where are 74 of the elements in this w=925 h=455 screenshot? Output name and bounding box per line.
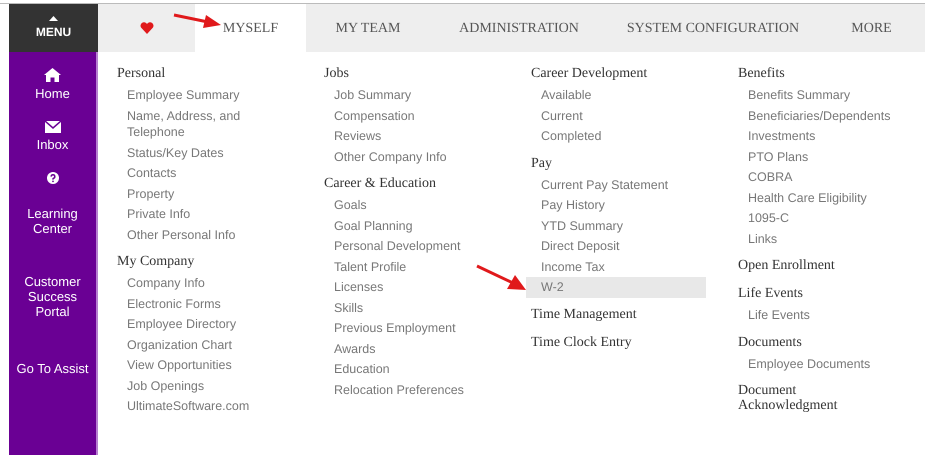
section-heading[interactable]: Open Enrollment (738, 258, 878, 277)
menu-link[interactable]: Goal Planning (319, 216, 499, 236)
menu-link[interactable]: Current (526, 106, 706, 126)
menu-link[interactable]: UltimateSoftware.com (112, 396, 292, 416)
section-heading[interactable]: Jobs (324, 66, 464, 85)
sidebar-link[interactable]: Go To Assist (12, 361, 92, 376)
menu-link[interactable]: Other Company Info (319, 146, 499, 167)
menu-button[interactable]: MENU (9, 4, 98, 52)
sidebar-link[interactable]: Inbox (32, 121, 72, 152)
section-heading[interactable]: Career Development (531, 66, 671, 85)
section-heading[interactable]: Life Events (738, 286, 878, 305)
sidebar-link[interactable]: Customer Success Portal (18, 274, 88, 319)
section-heading[interactable]: Time Clock Entry (531, 334, 671, 354)
menu-link[interactable]: Job Openings (112, 376, 292, 396)
menu-link[interactable]: Job Summary (319, 85, 499, 106)
section-heading[interactable]: Document Acknowledgment (738, 383, 878, 417)
menu-link[interactable]: View Opportunities (112, 355, 292, 376)
menu-link[interactable]: Talent Profile (319, 256, 499, 277)
menu-link[interactable]: Benefits Summary (733, 85, 913, 106)
menu-link[interactable]: PTO Plans (733, 146, 913, 167)
tab[interactable]: MYSELF (195, 4, 306, 52)
menu-link[interactable]: Electronic Forms (112, 294, 292, 314)
menu-link[interactable]: Contacts (112, 163, 292, 184)
menu-link[interactable]: Current Pay Statement (526, 174, 706, 195)
menu-link[interactable]: Licenses (319, 277, 499, 298)
menu-link[interactable]: Health Care Eligibility (733, 188, 913, 208)
section-heading[interactable]: My Company (117, 254, 257, 273)
menu-link[interactable]: Links (733, 228, 913, 249)
menu-link[interactable]: COBRA (733, 167, 913, 188)
menu-link[interactable]: Pay History (526, 195, 706, 216)
menu-link[interactable]: Income Tax (526, 256, 706, 277)
section-heading[interactable]: Documents (738, 334, 878, 354)
menu-link[interactable]: Completed (526, 126, 706, 146)
menu-link[interactable]: Skills (319, 298, 499, 318)
help-icon (46, 172, 58, 184)
menu-link[interactable]: Property (112, 184, 292, 204)
sidebar-link[interactable]: Home (31, 68, 74, 101)
arrow (475, 264, 527, 292)
menu-link[interactable]: Employee Summary (112, 85, 292, 106)
heart-icon (140, 22, 154, 34)
menu-link[interactable]: Other Personal Info (112, 224, 292, 245)
arrow (172, 12, 222, 30)
menu-link[interactable]: Previous Employment (319, 318, 499, 338)
section-heading[interactable]: Pay (531, 156, 671, 174)
section-heading[interactable]: Personal (117, 66, 257, 85)
menu-link[interactable]: YTD Summary (526, 216, 706, 236)
menu-link[interactable]: Beneficiaries/Dependents (733, 106, 913, 126)
menu-link[interactable]: Available (526, 85, 706, 106)
caret-up-icon (49, 16, 58, 20)
section-heading[interactable]: Time Management (531, 306, 671, 326)
section-heading[interactable]: Career & Education (324, 176, 464, 195)
menu-link[interactable]: Status/Key Dates (112, 142, 292, 163)
menu-link[interactable]: Company Info (112, 273, 292, 294)
menu-link[interactable]: 1095-C (733, 208, 913, 228)
menu-link[interactable]: Life Events (733, 305, 913, 326)
menu-link[interactable]: Investments (733, 126, 913, 146)
home-icon (44, 68, 61, 82)
menu-link[interactable]: Employee Directory (112, 314, 292, 334)
menu-link[interactable]: Organization Chart (112, 334, 292, 355)
menu-link[interactable]: Personal Development (319, 236, 499, 256)
menu-link[interactable]: Employee Documents (733, 354, 913, 374)
menu-link[interactable]: Relocation Preferences (319, 380, 499, 400)
sidebar-link[interactable]: Learning Center (18, 172, 88, 236)
section-heading[interactable]: Benefits (738, 66, 878, 85)
envelope-icon (44, 121, 60, 133)
menu-link[interactable]: Awards (319, 338, 499, 359)
menu-link[interactable]: Education (319, 359, 499, 380)
menu-link[interactable]: Direct Deposit (526, 236, 706, 256)
menu-link[interactable]: W-2 (526, 277, 706, 298)
menu-link[interactable]: Goals (319, 195, 499, 216)
menu-link[interactable]: Compensation (319, 106, 499, 126)
menu-link[interactable]: Name, Address, and Telephone (112, 106, 292, 142)
menu-link[interactable]: Private Info (112, 204, 292, 224)
menu-link[interactable]: Reviews (319, 126, 499, 146)
